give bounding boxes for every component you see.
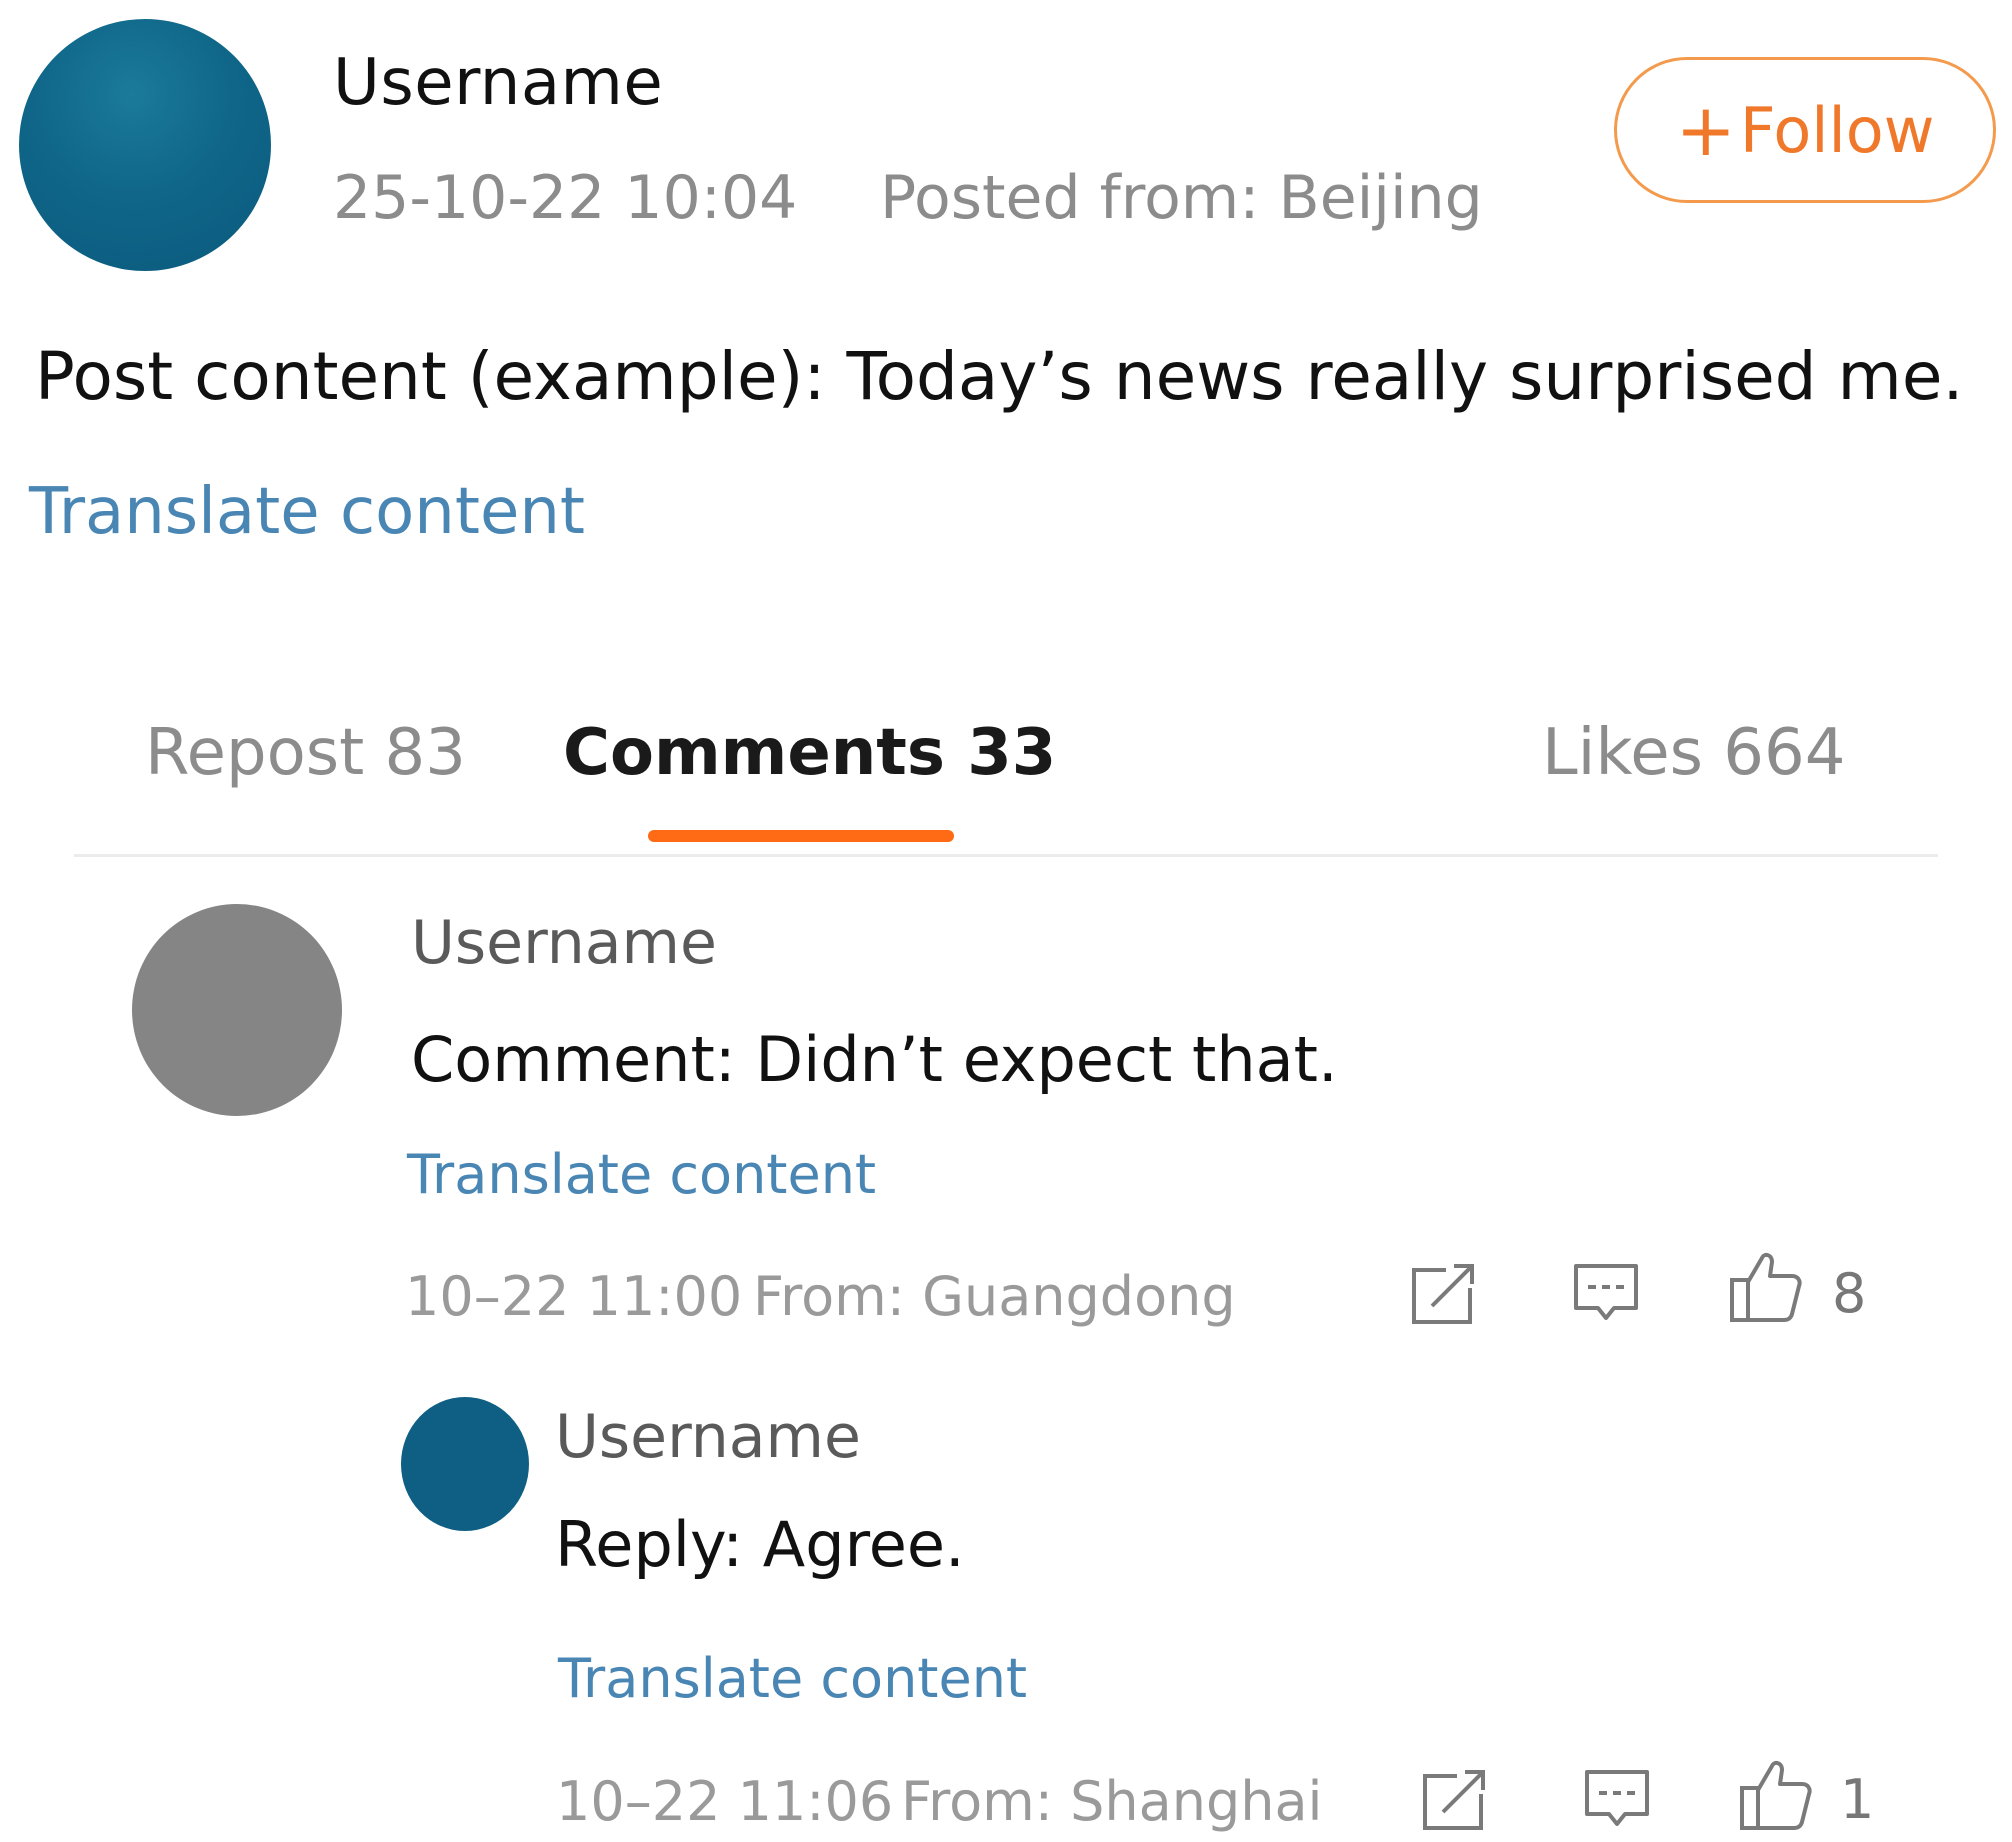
follow-button[interactable]: + Follow bbox=[1614, 57, 1996, 203]
reply-location: From: Shanghai bbox=[901, 1770, 1323, 1833]
reply-translate-link[interactable]: Translate content bbox=[558, 1647, 1027, 1710]
share-icon[interactable] bbox=[1421, 1768, 1491, 1832]
share-icon[interactable] bbox=[1410, 1262, 1480, 1326]
tabs-divider bbox=[74, 854, 1938, 857]
active-tab-indicator bbox=[648, 830, 954, 842]
post-location: Posted from: Beijing bbox=[880, 163, 1483, 233]
post-translate-link[interactable]: Translate content bbox=[29, 475, 585, 549]
comment-like-count: 8 bbox=[1832, 1262, 1867, 1325]
comment-timestamp: 10–22 11:00 bbox=[405, 1265, 743, 1328]
follow-button-label: Follow bbox=[1739, 93, 1935, 167]
post-timestamp: 25-10-22 10:04 bbox=[333, 163, 798, 233]
plus-icon: + bbox=[1675, 88, 1736, 172]
comment-author-avatar[interactable] bbox=[132, 904, 342, 1116]
comment-content: Comment: Didn’t expect that. bbox=[411, 1023, 1338, 1096]
reply-author-username[interactable]: Username bbox=[555, 1402, 861, 1472]
comment-icon[interactable] bbox=[1572, 1262, 1642, 1326]
post-author-username[interactable]: Username bbox=[333, 46, 663, 120]
tab-comments[interactable]: Comments 33 bbox=[563, 716, 1056, 790]
reply-like-count: 1 bbox=[1840, 1768, 1875, 1831]
post-author-avatar[interactable] bbox=[19, 19, 271, 271]
comment-translate-link[interactable]: Translate content bbox=[407, 1143, 876, 1206]
comment-location: From: Guangdong bbox=[753, 1265, 1236, 1328]
reply-content: Reply: Agree. bbox=[555, 1508, 965, 1581]
reply-author-avatar[interactable] bbox=[401, 1397, 529, 1531]
post-content: Post content (example): Today’s news rea… bbox=[35, 338, 1964, 415]
tab-likes[interactable]: Likes 664 bbox=[1542, 716, 1845, 790]
comment-author-username[interactable]: Username bbox=[411, 908, 717, 978]
tab-repost[interactable]: Repost 83 bbox=[145, 716, 466, 790]
thumbs-up-icon[interactable] bbox=[1728, 1250, 1804, 1324]
thumbs-up-icon[interactable] bbox=[1738, 1758, 1814, 1832]
reply-timestamp: 10–22 11:06 bbox=[556, 1770, 894, 1833]
comment-icon[interactable] bbox=[1583, 1768, 1653, 1832]
